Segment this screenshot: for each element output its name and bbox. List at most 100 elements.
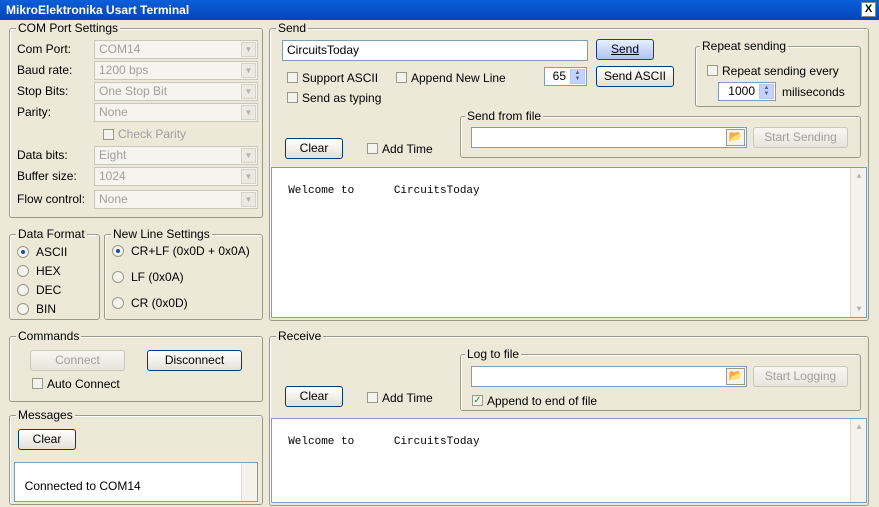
com-setting-value: None bbox=[99, 105, 128, 119]
com-setting-label: Flow control: bbox=[17, 192, 86, 206]
window-titlebar: MikroElektronika Usart Terminal X bbox=[0, 0, 879, 20]
com-setting-label: Parity: bbox=[17, 105, 52, 119]
chevron-down-icon: ▼ bbox=[241, 148, 256, 163]
receive-add-time-label: Add Time bbox=[382, 391, 433, 405]
data-format-radio[interactable] bbox=[17, 265, 29, 277]
send-file-path-input[interactable] bbox=[471, 127, 747, 148]
receive-add-time-checkbox[interactable] bbox=[367, 392, 378, 403]
repeat-sending-checkbox[interactable] bbox=[707, 65, 718, 76]
append-end-label: Append to end of file bbox=[487, 394, 598, 408]
data-format-label: ASCII bbox=[36, 245, 68, 259]
com-setting-select: None ▼ bbox=[94, 103, 258, 122]
repeat-sending-legend: Repeat sending bbox=[700, 39, 789, 53]
data-format-legend: Data Format bbox=[16, 227, 87, 241]
com-setting-value: 1200 bps bbox=[99, 63, 149, 77]
log-file-path-input[interactable] bbox=[471, 366, 747, 387]
auto-connect-label: Auto Connect bbox=[47, 377, 120, 391]
com-setting-label: Baud rate: bbox=[17, 63, 73, 77]
send-from-file-legend: Send from file bbox=[465, 109, 544, 123]
stepper-arrows-icon[interactable]: ▲ ▼ bbox=[570, 69, 585, 84]
new-line-label: CR+LF (0x0D + 0x0A) bbox=[131, 244, 250, 258]
receive-output-text: Welcome to CircuitsToday bbox=[288, 436, 480, 448]
messages-legend: Messages bbox=[16, 408, 75, 422]
new-line-radio[interactable] bbox=[112, 245, 124, 257]
send-legend: Send bbox=[276, 21, 309, 35]
repeat-interval-value: 1000 bbox=[728, 84, 755, 98]
data-format-label: DEC bbox=[36, 283, 62, 297]
log-to-file-legend: Log to file bbox=[465, 347, 522, 361]
start-sending-button: Start Sending bbox=[753, 127, 848, 148]
send-as-typing-checkbox[interactable] bbox=[287, 92, 298, 103]
send-text-input[interactable]: CircuitsToday bbox=[282, 40, 588, 61]
new-line-label: LF (0x0A) bbox=[131, 270, 184, 284]
com-setting-value: One Stop Bit bbox=[99, 84, 168, 98]
send-output-area[interactable]: Welcome to CircuitsToday ▲ ▼ bbox=[271, 167, 867, 318]
receive-legend: Receive bbox=[276, 329, 324, 343]
auto-connect-checkbox[interactable] bbox=[32, 378, 43, 389]
send-output-scrollbar[interactable]: ▲ ▼ bbox=[850, 168, 866, 317]
receive-output-scrollbar[interactable]: ▲ bbox=[850, 419, 866, 502]
send-add-time-checkbox[interactable] bbox=[367, 143, 378, 154]
new-line-radio[interactable] bbox=[112, 271, 124, 283]
receive-clear-button[interactable]: Clear bbox=[285, 386, 343, 407]
data-format-label: BIN bbox=[36, 302, 57, 316]
com-port-settings-legend: COM Port Settings bbox=[16, 21, 121, 35]
com-setting-select: One Stop Bit ▼ bbox=[94, 82, 258, 101]
com-setting-label: Buffer size: bbox=[17, 169, 77, 183]
chevron-down-icon: ▼ bbox=[241, 42, 256, 57]
repeat-stepper-arrows-icon[interactable]: ▲ ▼ bbox=[759, 84, 774, 99]
repeat-sending-label: Repeat sending every bbox=[722, 64, 839, 78]
com-setting-value: COM14 bbox=[99, 42, 141, 56]
new-line-settings-legend: New Line Settings bbox=[111, 227, 212, 241]
commands-legend: Commands bbox=[16, 329, 82, 343]
send-as-typing-label: Send as typing bbox=[302, 91, 382, 105]
com-setting-select: None ▼ bbox=[94, 190, 258, 209]
start-logging-button: Start Logging bbox=[753, 366, 848, 387]
send-add-time-label: Add Time bbox=[382, 142, 433, 156]
messages-log-text: Connected to COM14 bbox=[24, 479, 141, 493]
chevron-down-icon: ▼ bbox=[241, 84, 256, 99]
log-file-browse-icon[interactable]: 📂 bbox=[726, 368, 745, 385]
scroll-up-icon[interactable]: ▲ bbox=[853, 170, 865, 182]
send-output-text: Welcome to CircuitsToday bbox=[288, 185, 480, 197]
send-ascii-button[interactable]: Send ASCII bbox=[596, 66, 674, 87]
chevron-down-icon: ▼ bbox=[241, 63, 256, 78]
data-format-radio[interactable] bbox=[17, 246, 29, 258]
messages-log: Connected to COM14 bbox=[14, 462, 258, 502]
send-file-browse-icon[interactable]: 📂 bbox=[726, 129, 745, 146]
com-setting-label: Stop Bits: bbox=[17, 84, 69, 98]
append-new-line-label: Append New Line bbox=[411, 71, 506, 85]
data-format-radio[interactable] bbox=[17, 284, 29, 296]
check-parity-checkbox bbox=[103, 129, 114, 140]
com-setting-value: None bbox=[99, 192, 128, 206]
data-format-label: HEX bbox=[36, 264, 61, 278]
append-end-checkbox[interactable]: ✓ bbox=[472, 395, 483, 406]
receive-scroll-up-icon[interactable]: ▲ bbox=[853, 421, 865, 433]
data-format-radio[interactable] bbox=[17, 303, 29, 315]
new-line-radio[interactable] bbox=[112, 297, 124, 309]
disconnect-button[interactable]: Disconnect bbox=[147, 350, 242, 371]
chevron-down-icon: ▼ bbox=[241, 192, 256, 207]
send-button-label: Send bbox=[610, 42, 640, 56]
append-new-line-checkbox[interactable] bbox=[396, 72, 407, 83]
com-setting-select: Eight ▼ bbox=[94, 146, 258, 165]
chevron-down-icon: ▼ bbox=[241, 105, 256, 120]
messages-clear-button[interactable]: Clear bbox=[18, 429, 76, 450]
send-clear-button[interactable]: Clear bbox=[285, 138, 343, 159]
miliseconds-label: miliseconds bbox=[782, 85, 845, 99]
com-setting-select: 1200 bps ▼ bbox=[94, 61, 258, 80]
check-parity-label: Check Parity bbox=[118, 127, 187, 141]
support-ascii-label: Support ASCII bbox=[302, 71, 379, 85]
ascii-value-stepper[interactable]: 65 ▲ ▼ bbox=[544, 67, 587, 86]
close-icon[interactable]: X bbox=[861, 2, 876, 17]
send-button[interactable]: Send bbox=[596, 39, 654, 60]
chevron-down-icon: ▼ bbox=[241, 169, 256, 184]
scroll-down-icon[interactable]: ▼ bbox=[853, 303, 865, 315]
support-ascii-checkbox[interactable] bbox=[287, 72, 298, 83]
window-title: MikroElektronika Usart Terminal bbox=[6, 3, 190, 17]
repeat-interval-stepper[interactable]: 1000 ▲ ▼ bbox=[718, 82, 776, 101]
com-setting-value: 1024 bbox=[99, 169, 126, 183]
messages-scrollbar[interactable] bbox=[241, 463, 257, 501]
com-setting-value: Eight bbox=[99, 148, 127, 162]
receive-output-area[interactable]: Welcome to CircuitsToday ▲ bbox=[271, 418, 867, 503]
